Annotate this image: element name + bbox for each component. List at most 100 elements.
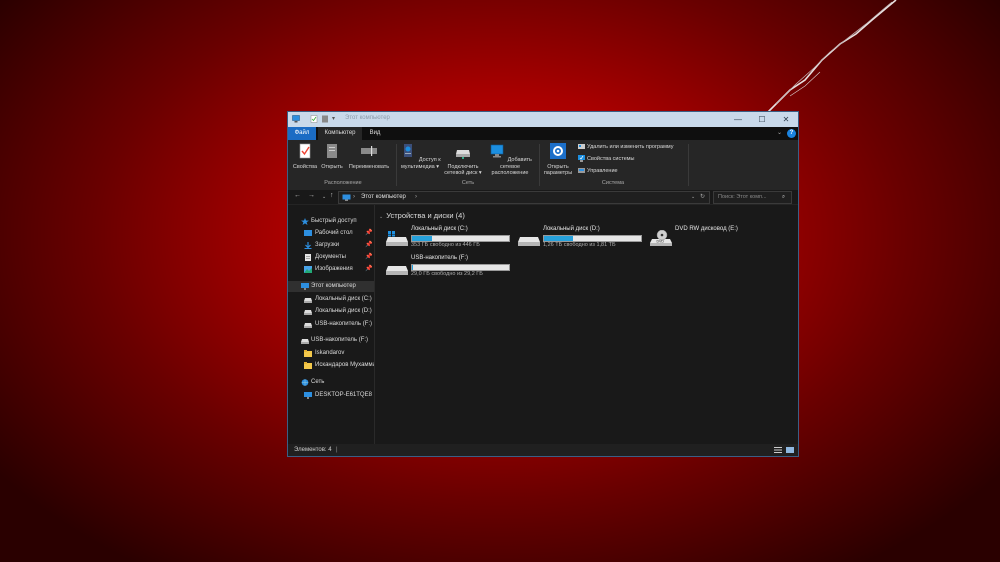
properties-quick-icon[interactable] [310,115,318,123]
customize-quick-access-icon[interactable]: ▾ [332,115,335,122]
pin-icon[interactable]: 📌 [365,264,372,275]
nav-desktop-host[interactable]: DESKTOP-E61TQE8 [288,390,374,401]
drive-tile-usb[interactable]: USB-накопитель (F:) 29,0 ГБ свободно из … [385,255,510,279]
minimize-button[interactable]: — [726,112,750,127]
nav-label: Документы [315,254,346,260]
rename-label: Переименовать [348,163,390,170]
drive-tile-dvd[interactable]: DVD DVD RW дисковод (E:) [649,226,759,250]
rename-button[interactable]: Переименовать [346,143,392,170]
properties-icon [299,143,311,159]
svg-text:DVD: DVD [657,240,665,244]
add-network-location-button[interactable]: Добавить сетевое расположение [484,143,536,177]
drive-usage-fill [412,236,433,241]
uninstall-program-button[interactable]: Удалить или изменить программу [578,142,673,152]
nav-network[interactable]: Сеть [288,377,374,388]
windows-drive-icon [386,231,408,246]
ribbon-separator [539,144,540,186]
nav-label: DESKTOP-E61TQE8 [315,392,372,398]
status-bar: Элементов: 4 | [288,444,798,456]
new-folder-quick-icon[interactable] [321,115,329,123]
address-dropdown-icon[interactable]: ⌄ [691,192,695,203]
media-access-label-2: мультимедиа ▾ [400,163,440,170]
system-props-label: Свойства системы [587,156,635,162]
open-button[interactable]: Открыть [319,143,345,170]
help-icon[interactable]: ? [787,129,796,138]
ribbon-expand-icon[interactable]: ⌄ [777,129,782,136]
ribbon-separator [396,144,397,186]
title-bar: ▾ Этот компьютер — ☐ ✕ [288,112,798,127]
breadcrumb-this-pc[interactable]: Этот компьютер [361,192,406,203]
nav-usb-sub[interactable]: USB-накопитель (F:) [288,319,374,330]
nav-label: Искандаров Мухаммад [315,362,374,368]
nav-label: Рабочий стол [315,230,353,236]
system-properties-icon [578,155,585,163]
up-arrow-icon[interactable]: ↑ [330,192,334,199]
rename-icon [361,146,377,156]
group-location-label: Расположение [324,180,362,186]
dvd-drive-icon: DVD [650,230,672,246]
map-network-drive-button[interactable]: Подключить сетевой диск ▾ [441,143,485,177]
refresh-icon[interactable]: ↻ [700,192,705,203]
search-box[interactable]: Поиск: Этот комп... ⌕ [713,191,792,204]
pin-icon[interactable]: 📌 [365,228,372,239]
network-drive-icon [456,150,470,159]
drive-tile-c[interactable]: Локальный диск (C:) 353 ГБ свободно из 4… [385,226,510,250]
nav-label: Iskandarov [315,350,345,356]
properties-button[interactable]: Свойства [291,143,319,170]
drive-free-space: 29,0 ГБ свободно из 29,2 ГБ [411,271,483,277]
forward-arrow-icon[interactable]: → [308,192,315,199]
file-explorer-window: ▾ Этот компьютер — ☐ ✕ Файл Компьютер Ви… [288,112,798,456]
nav-desktop[interactable]: Рабочий стол 📌 [288,228,374,239]
drive-usage-fill [544,236,574,241]
large-icons-view-icon[interactable] [786,447,794,453]
map-drive-label-1: Подключить [447,163,479,170]
back-arrow-icon[interactable]: ← [294,192,301,199]
maximize-button[interactable]: ☐ [750,112,774,127]
ribbon: Свойства Открыть Переименовать Расположе… [288,140,798,190]
drive-icon [304,310,312,315]
manage-button[interactable]: Управление [578,166,618,176]
desktop-icon [304,230,312,236]
pin-icon[interactable]: 📌 [365,252,372,263]
settings-gear-icon [550,143,566,159]
programs-icon [578,144,585,150]
tab-file[interactable]: Файл [288,127,316,140]
details-view-icon[interactable] [774,447,782,453]
open-icon [327,144,337,158]
navigation-pane: Быстрый доступ Рабочий стол 📌 Загрузки 📌… [288,205,375,444]
drive-usage-bar [543,235,642,242]
nav-pictures[interactable]: Изображения 📌 [288,264,374,275]
nav-quick-access[interactable]: Быстрый доступ [288,216,374,227]
ribbon-separator [688,144,689,186]
nav-label: Этот компьютер [311,283,356,289]
nav-folder-iskandarov-ru[interactable]: Искандаров Мухаммад [288,360,374,371]
media-access-label-1: Доступ к [418,157,441,163]
recent-locations-icon[interactable]: ⌄ [322,194,326,200]
usb-drive-icon [386,266,408,275]
nav-folder-iskandarov[interactable]: Iskandarov [288,348,374,359]
nav-disk-c[interactable]: Локальный диск (C:) [288,294,374,305]
computer-icon [304,392,312,399]
this-pc-icon [342,194,351,201]
nav-downloads[interactable]: Загрузки 📌 [288,240,374,251]
system-properties-button[interactable]: Свойства системы [578,154,635,164]
group-system-label: Система [601,180,625,186]
drive-tile-d[interactable]: Локальный диск (D:) 1,26 ТБ свободно из … [517,226,642,250]
close-button[interactable]: ✕ [774,112,798,127]
media-access-button[interactable]: Доступ к мультимедиа ▾ [398,143,442,170]
address-box[interactable]: › Этот компьютер › ⌄ ↻ [338,191,710,204]
nav-disk-d[interactable]: Локальный диск (D:) [288,306,374,317]
open-settings-button[interactable]: Открыть параметры [541,143,575,177]
computer-icon [292,115,300,123]
pin-icon[interactable]: 📌 [365,240,372,251]
tab-view[interactable]: Вид [364,127,386,140]
star-icon [301,218,309,225]
nav-documents[interactable]: Документы 📌 [288,252,374,263]
search-icon: ⌕ [782,194,786,200]
nav-label: Изображения [315,266,353,272]
nav-usb-root[interactable]: USB-накопитель (F:) [288,335,374,346]
group-header[interactable]: ⌄ Устройства и диски (4) [379,211,465,220]
nav-label: Локальный диск (C:) [315,296,372,302]
tab-computer[interactable]: Компьютер [318,127,362,140]
nav-this-pc[interactable]: Этот компьютер [288,281,374,292]
